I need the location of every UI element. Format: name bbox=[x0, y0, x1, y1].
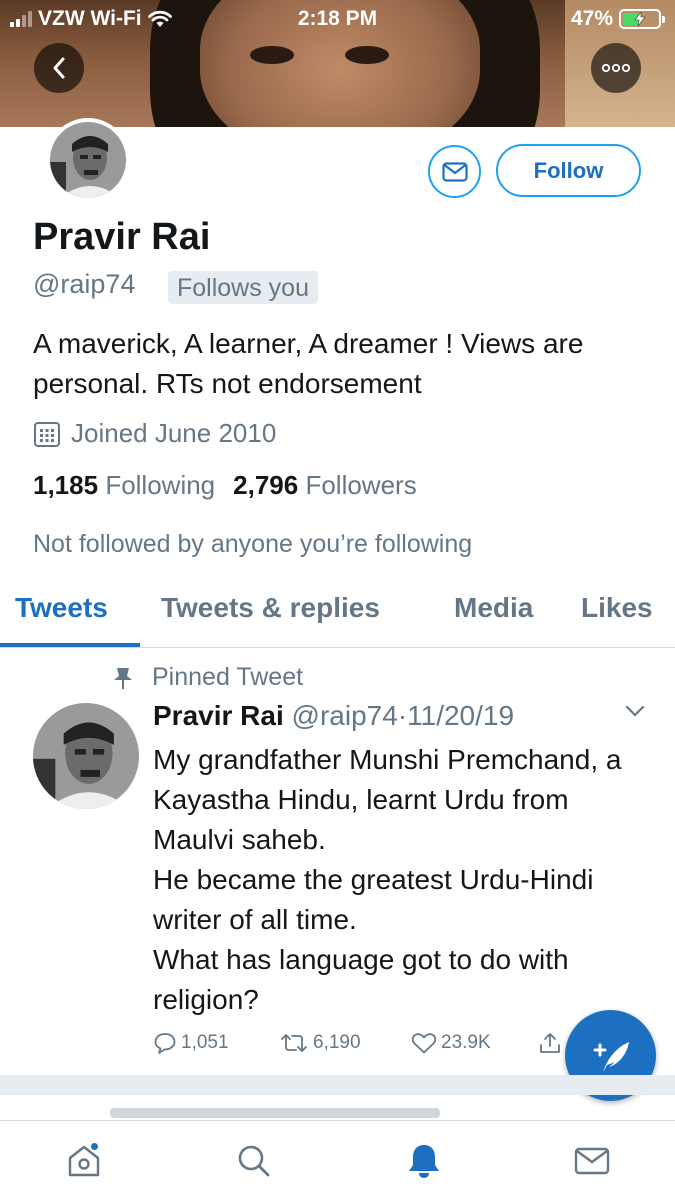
charging-bolt-icon bbox=[634, 12, 646, 26]
message-button[interactable] bbox=[428, 145, 481, 198]
battery-percent: 47% bbox=[570, 7, 613, 30]
mail-icon bbox=[441, 161, 468, 182]
back-button[interactable] bbox=[34, 43, 84, 93]
tweet-actions: 1,051 6,190 23.9K bbox=[153, 1031, 573, 1059]
profile-handle: @raip74 bbox=[33, 269, 136, 299]
next-tweet-preview bbox=[110, 1108, 440, 1118]
followers-link[interactable]: 2,796 Followers bbox=[233, 470, 417, 501]
pinned-tweet-label: Pinned Tweet bbox=[112, 663, 303, 692]
share-icon bbox=[540, 1033, 560, 1053]
following-label: Following bbox=[105, 470, 216, 500]
profile-bio: A maverick, A learner, A dreamer ! Views… bbox=[33, 328, 584, 399]
tweet-divider bbox=[0, 1075, 675, 1095]
banner-eye-right bbox=[345, 46, 389, 64]
like-count: 23.9K bbox=[441, 1032, 491, 1053]
tweet-avatar-portrait bbox=[33, 703, 139, 809]
tweet-header: Pravir Rai @raip74·11/20/19 bbox=[153, 700, 514, 732]
more-options-button[interactable] bbox=[591, 43, 641, 93]
following-link[interactable]: 1,185 Following bbox=[33, 470, 215, 501]
active-tab-indicator bbox=[0, 643, 140, 647]
reply-count: 1,051 bbox=[181, 1032, 229, 1053]
bottom-navigation bbox=[0, 1120, 675, 1200]
status-bar: VZW Wi-Fi 2:18 PM 47% bbox=[0, 0, 675, 36]
tweet-menu-button[interactable] bbox=[624, 704, 646, 723]
reply-icon bbox=[154, 1033, 176, 1054]
reply-button[interactable]: 1,051 bbox=[153, 1031, 229, 1055]
nav-home[interactable] bbox=[62, 1139, 106, 1183]
nav-messages[interactable] bbox=[570, 1139, 614, 1183]
tab-tweets-replies[interactable]: Tweets & replies bbox=[161, 592, 380, 624]
tweet-text: My grandfather Munshi Premchand, a Kayas… bbox=[153, 744, 622, 1015]
pin-icon bbox=[114, 667, 132, 689]
joined-date: Joined June 2010 bbox=[71, 418, 277, 448]
search-icon bbox=[238, 1145, 270, 1177]
retweet-count: 6,190 bbox=[313, 1032, 361, 1053]
tab-tweets[interactable]: Tweets bbox=[15, 592, 108, 624]
avatar-portrait bbox=[50, 122, 126, 198]
tweet-separator: · bbox=[397, 700, 408, 731]
retweet-icon bbox=[281, 1034, 307, 1052]
follows-you-badge: Follows you bbox=[168, 271, 318, 304]
compose-feather-icon bbox=[593, 1041, 629, 1072]
followers-label: Followers bbox=[305, 470, 417, 500]
more-horizontal-icon bbox=[601, 63, 631, 73]
tweet-author-handle: @raip74 bbox=[291, 700, 398, 731]
tweet-author-name[interactable]: Pravir Rai bbox=[153, 700, 284, 731]
status-right: 47% bbox=[570, 7, 665, 31]
follow-button[interactable]: Follow bbox=[496, 144, 641, 197]
like-button[interactable]: 23.9K bbox=[411, 1031, 491, 1055]
messages-icon bbox=[574, 1147, 610, 1175]
share-button[interactable] bbox=[538, 1031, 562, 1055]
home-notification-dot bbox=[89, 1141, 100, 1152]
nav-notifications[interactable] bbox=[402, 1139, 446, 1183]
battery-icon bbox=[619, 9, 665, 29]
mutual-followers-note: Not followed by anyone you’re following bbox=[33, 530, 473, 558]
joined-row: Joined June 2010 bbox=[33, 418, 276, 449]
pinned-text: Pinned Tweet bbox=[152, 663, 304, 691]
calendar-icon bbox=[34, 421, 60, 447]
profile-tabs: Tweets Tweets & replies Media Likes bbox=[0, 586, 675, 648]
heart-icon bbox=[411, 1033, 437, 1054]
follow-stats: 1,185 Following 2,796 Followers bbox=[33, 470, 417, 501]
following-count: 1,185 bbox=[33, 470, 99, 500]
notifications-icon bbox=[409, 1145, 439, 1178]
tab-media[interactable]: Media bbox=[454, 592, 533, 624]
chevron-down-icon bbox=[625, 705, 645, 717]
nav-search[interactable] bbox=[232, 1139, 276, 1183]
banner-eye-left bbox=[250, 46, 294, 64]
tab-likes[interactable]: Likes bbox=[581, 592, 653, 624]
display-name: Pravir Rai bbox=[33, 216, 211, 258]
chevron-left-icon bbox=[53, 57, 65, 79]
retweet-button[interactable]: 6,190 bbox=[279, 1031, 361, 1055]
followers-count: 2,796 bbox=[233, 470, 299, 500]
tweet-date: 11/20/19 bbox=[407, 700, 515, 731]
profile-avatar[interactable] bbox=[46, 118, 130, 202]
tweet-avatar[interactable] bbox=[33, 703, 139, 809]
